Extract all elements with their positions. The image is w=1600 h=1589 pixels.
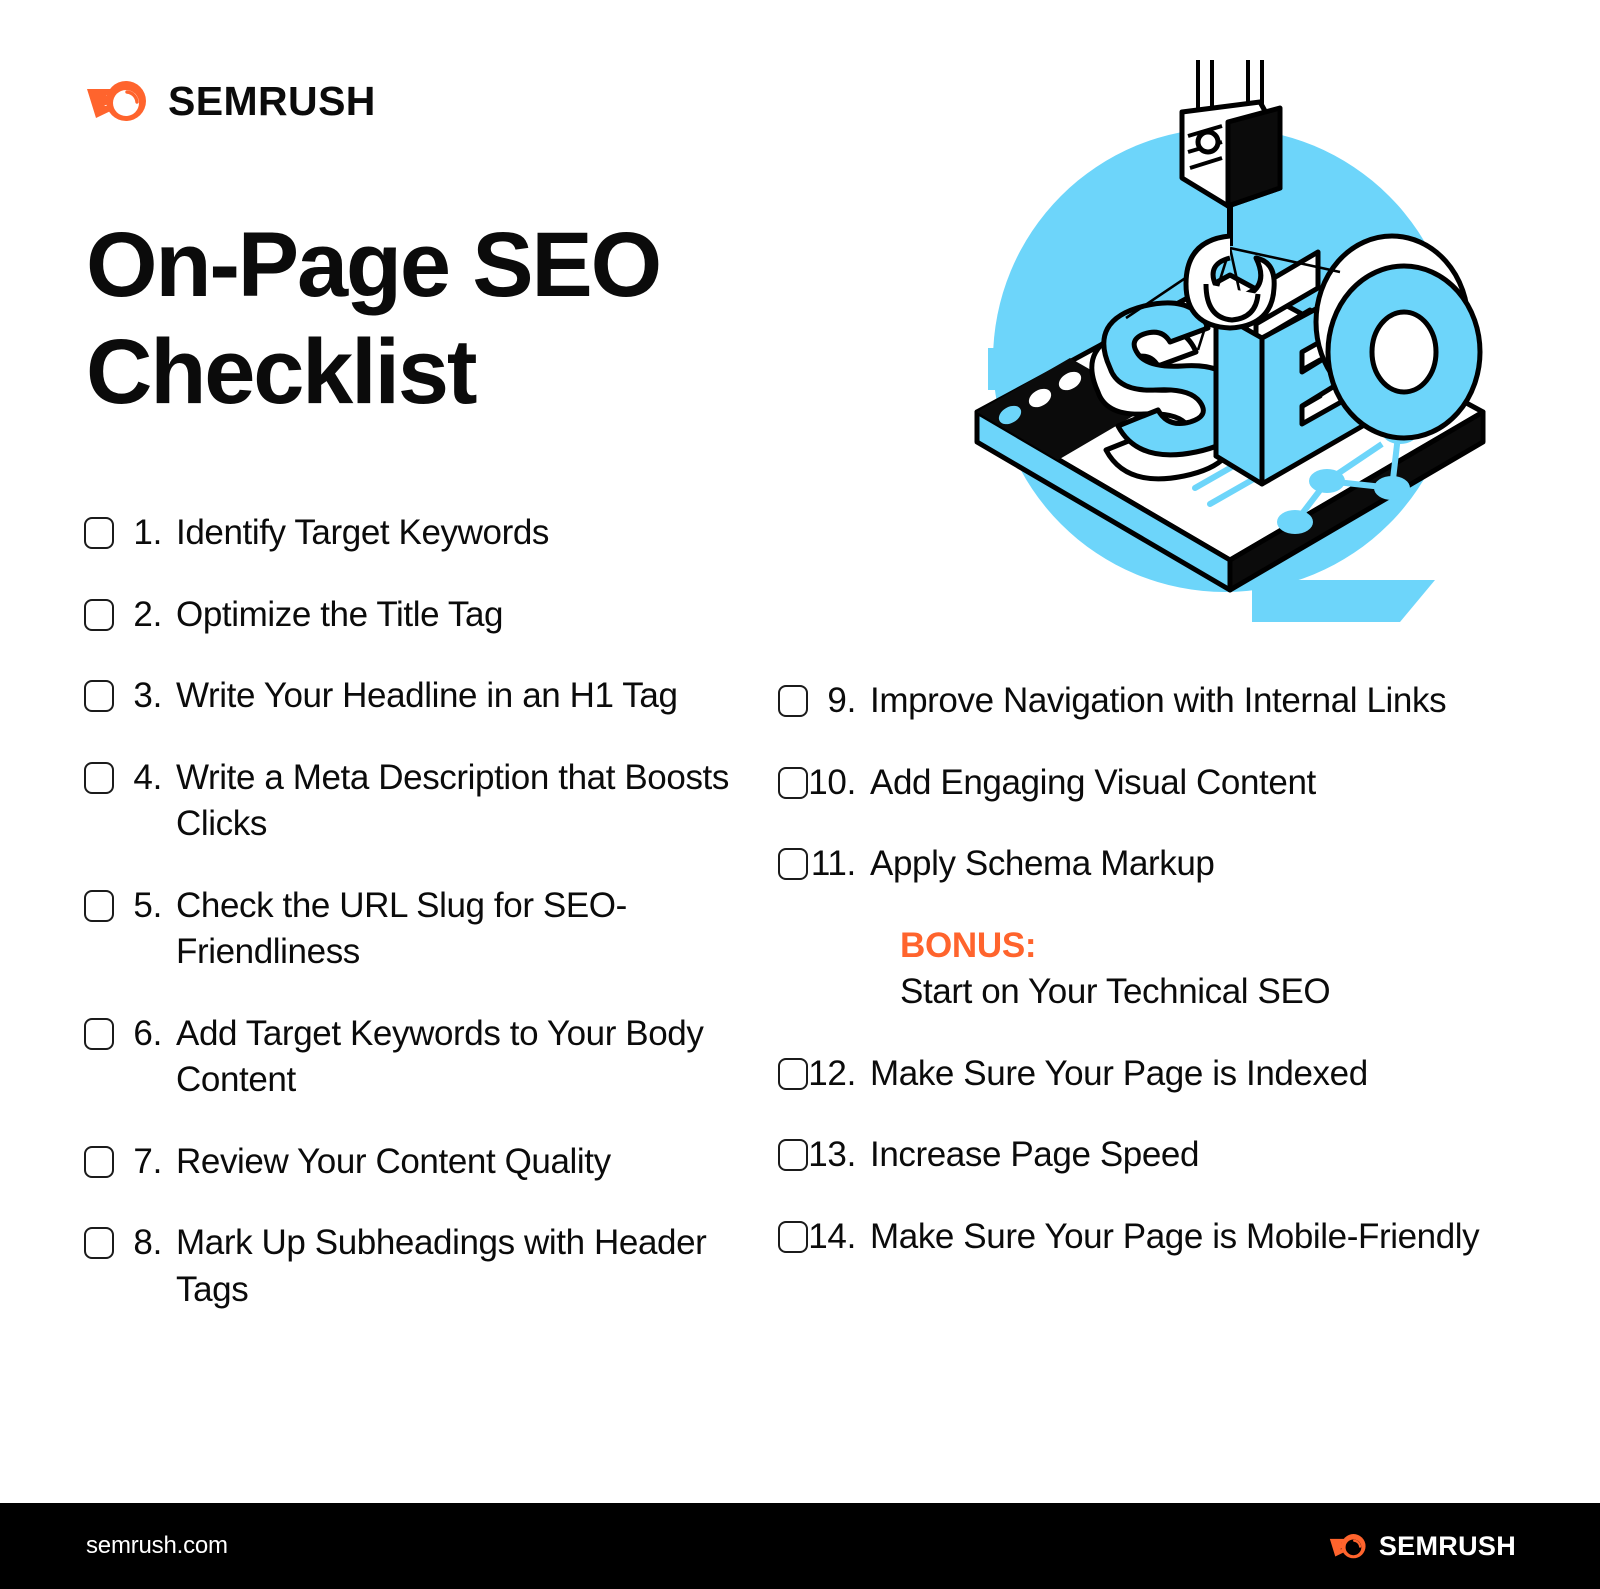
item-label: Improve Navigation with Internal Links bbox=[870, 681, 1447, 720]
item-number: 1. bbox=[133, 513, 162, 552]
semrush-logo: SEMRUSH bbox=[84, 76, 376, 126]
item-number: 6. bbox=[133, 1013, 162, 1053]
item-label: Write a Meta Description that Boosts Cli… bbox=[176, 757, 729, 844]
checklist-item[interactable]: 9. Improve Navigation with Internal Link… bbox=[778, 678, 1518, 725]
checklist-item[interactable]: 4. Write a Meta Description that Boosts … bbox=[84, 755, 744, 848]
item-label: Add Target Keywords to Your Body Content bbox=[176, 1013, 704, 1100]
checkbox-3[interactable] bbox=[84, 680, 114, 713]
checkbox-9[interactable] bbox=[778, 685, 808, 717]
checklist-item[interactable]: 5. Check the URL Slug for SEO-Friendline… bbox=[84, 883, 744, 976]
checkbox-5[interactable] bbox=[84, 889, 114, 922]
checklist-left-column: 1. Identify Target Keywords 2. Optimize … bbox=[84, 510, 744, 1314]
checkbox-4[interactable] bbox=[84, 761, 114, 794]
checkbox-7[interactable] bbox=[84, 1145, 114, 1178]
page-title: On-Page SEO Checklist bbox=[86, 212, 766, 425]
bonus-block: BONUS: Start on Your Technical SEO bbox=[778, 923, 1518, 1016]
footer-logo: SEMRUSH bbox=[1328, 1531, 1516, 1561]
semrush-wordmark: SEMRUSH bbox=[168, 77, 376, 124]
item-number: 7. bbox=[133, 1141, 162, 1181]
item-number: 10. bbox=[808, 762, 856, 802]
bonus-tag: BONUS: bbox=[900, 925, 1037, 965]
checklist-item[interactable]: 2. Optimize the Title Tag bbox=[84, 592, 744, 639]
item-number: 9. bbox=[827, 681, 856, 720]
checkbox-13[interactable] bbox=[778, 1139, 808, 1172]
semrush-comet-icon bbox=[84, 76, 150, 126]
checklist-item[interactable]: 1. Identify Target Keywords bbox=[84, 510, 744, 557]
page-title-line-1: On-Page SEO bbox=[86, 214, 662, 316]
item-number: 4. bbox=[133, 757, 162, 797]
checklist-item[interactable]: 6. Add Target Keywords to Your Body Cont… bbox=[84, 1011, 744, 1104]
footer-bar: semrush.com SEMRUSH bbox=[0, 1503, 1600, 1589]
item-number: 13. bbox=[808, 1135, 856, 1175]
checklist-item[interactable]: 14. Make Sure Your Page is Mobile-Friend… bbox=[778, 1214, 1518, 1261]
item-label: Optimize the Title Tag bbox=[176, 594, 504, 634]
item-number: 5. bbox=[133, 885, 162, 925]
semrush-comet-icon bbox=[1328, 1531, 1368, 1561]
item-label: Apply Schema Markup bbox=[870, 844, 1215, 884]
item-number: 3. bbox=[133, 676, 162, 716]
footer-url[interactable]: semrush.com bbox=[86, 1532, 228, 1560]
checkbox-14[interactable] bbox=[778, 1220, 808, 1253]
item-label: Review Your Content Quality bbox=[176, 1141, 611, 1181]
checkbox-11[interactable] bbox=[778, 848, 808, 881]
checklist-item[interactable]: 10. Add Engaging Visual Content bbox=[778, 760, 1518, 807]
seo-crane-tablet-illustration bbox=[930, 60, 1510, 640]
checkbox-10[interactable] bbox=[778, 766, 808, 799]
semrush-wordmark: SEMRUSH bbox=[1378, 1530, 1516, 1561]
item-number: 2. bbox=[133, 594, 162, 634]
item-label: Increase Page Speed bbox=[870, 1135, 1200, 1175]
checkbox-8[interactable] bbox=[84, 1227, 114, 1260]
item-number: 12. bbox=[808, 1053, 856, 1093]
item-number: 8. bbox=[133, 1223, 162, 1263]
checklist-item[interactable]: 7. Review Your Content Quality bbox=[84, 1139, 744, 1186]
checkbox-12[interactable] bbox=[778, 1057, 808, 1090]
page-title-line-2: Checklist bbox=[86, 320, 477, 423]
checklist-item[interactable]: 11. Apply Schema Markup bbox=[778, 841, 1518, 888]
item-label: Check the URL Slug for SEO-Friendliness bbox=[176, 885, 627, 972]
checkbox-1[interactable] bbox=[84, 517, 114, 549]
checklist-item[interactable]: 12. Make Sure Your Page is Indexed bbox=[778, 1051, 1518, 1098]
item-label: Add Engaging Visual Content bbox=[870, 762, 1316, 802]
checklist-item[interactable]: 13. Increase Page Speed bbox=[778, 1132, 1518, 1179]
checklist-item[interactable]: 8. Mark Up Subheadings with Header Tags bbox=[84, 1220, 744, 1313]
checkbox-6[interactable] bbox=[84, 1017, 114, 1050]
item-label: Make Sure Your Page is Indexed bbox=[870, 1053, 1368, 1093]
item-number: 11. bbox=[810, 844, 856, 884]
bonus-body: BONUS: Start on Your Technical SEO bbox=[900, 923, 1518, 1016]
checklist-right-column: 9. Improve Navigation with Internal Link… bbox=[778, 678, 1518, 1260]
item-number: 14. bbox=[808, 1216, 856, 1256]
item-label: Write Your Headline in an H1 Tag bbox=[176, 676, 678, 716]
bonus-indent-spacer bbox=[778, 923, 900, 1016]
bonus-text: Start on Your Technical SEO bbox=[900, 972, 1331, 1012]
item-label: Make Sure Your Page is Mobile-Friendly bbox=[870, 1216, 1480, 1256]
checklist-item[interactable]: 3. Write Your Headline in an H1 Tag bbox=[84, 673, 744, 720]
checkbox-2[interactable] bbox=[84, 598, 114, 631]
item-label: Mark Up Subheadings with Header Tags bbox=[176, 1223, 707, 1310]
item-label: Identify Target Keywords bbox=[176, 513, 550, 552]
infographic-page: SEMRUSH On-Page SEO Checklist 1. Identif… bbox=[0, 0, 1600, 1589]
